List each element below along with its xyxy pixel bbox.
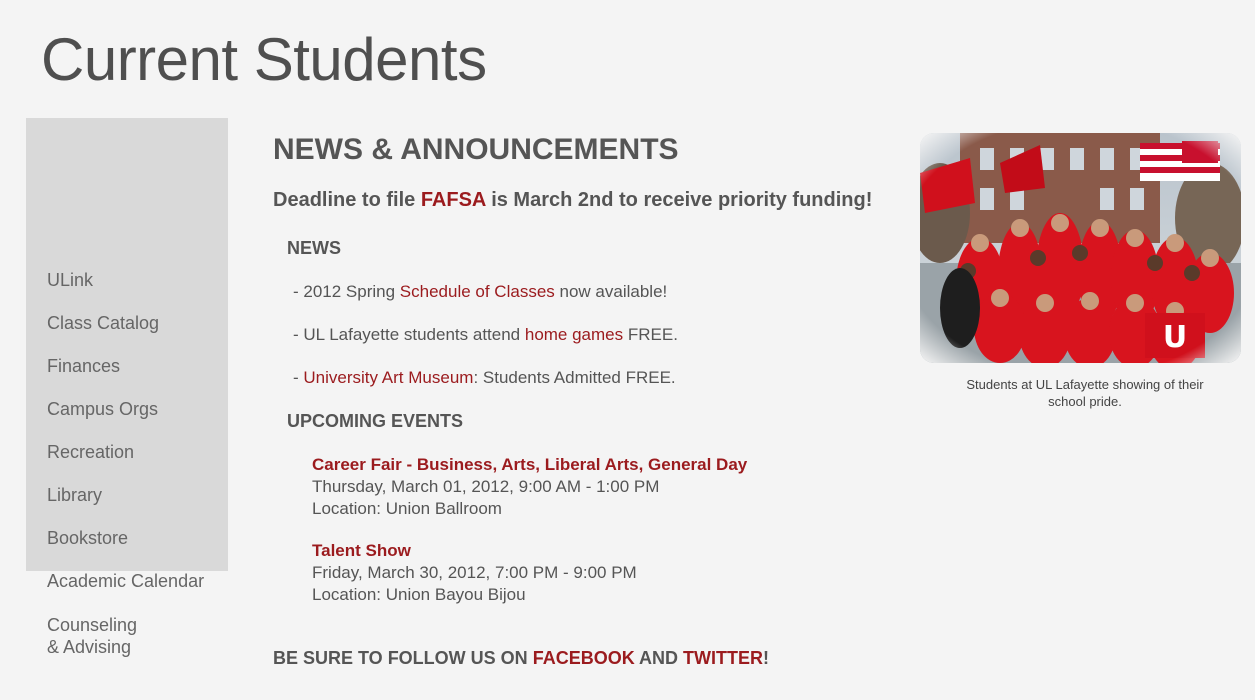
news-text: FREE.	[623, 325, 678, 344]
events-heading: UPCOMING EVENTS	[287, 411, 464, 431]
event-location: Location: Union Ballroom	[312, 499, 502, 518]
follow-text: AND	[634, 648, 684, 668]
sidebar-item-library[interactable]: Library	[47, 484, 102, 506]
news-text: : Students Admitted FREE.	[473, 368, 676, 387]
sidebar-item-label: & Advising	[47, 637, 132, 657]
follow-text: !	[763, 648, 770, 668]
event-datetime: Friday, March 30, 2012, 7:00 PM - 9:00 P…	[312, 563, 637, 582]
sidebar-item-campus-orgs[interactable]: Campus Orgs	[47, 398, 158, 420]
news-text: now available!	[554, 282, 668, 301]
event-title-link[interactable]: Career Fair - Business, Arts, Liberal Ar…	[312, 454, 747, 476]
news-heading: NEWS	[287, 238, 341, 258]
photo-caption: Students at UL Lafayette showing of thei…	[966, 377, 1204, 409]
news-item: - UL Lafayette students attend home game…	[293, 325, 678, 345]
headline-text: Deadline to file	[273, 189, 421, 211]
follow-text: BE SURE TO FOLLOW US ON	[273, 648, 533, 668]
students-photo: U	[920, 133, 1241, 363]
follow-us: BE SURE TO FOLLOW US ON FACEBOOK AND TWI…	[273, 648, 769, 669]
news-text: -	[293, 368, 304, 387]
event-item: Talent Show Friday, March 30, 2012, 7:00…	[312, 540, 637, 606]
fafsa-link[interactable]: FAFSA	[421, 189, 486, 211]
event-datetime: Thursday, March 01, 2012, 9:00 AM - 1:00…	[312, 477, 660, 496]
news-item: - University Art Museum: Students Admitt…	[293, 368, 676, 388]
sidebar-item-finances[interactable]: Finances	[47, 355, 120, 377]
section-title: NEWS & ANNOUNCEMENTS	[273, 133, 679, 166]
sidebar-item-recreation[interactable]: Recreation	[47, 441, 134, 463]
sidebar-item-academic-calendar[interactable]: Academic Calendar	[47, 570, 204, 592]
students-photo-image: U	[920, 133, 1241, 363]
sidebar-item-bookstore[interactable]: Bookstore	[47, 527, 128, 549]
facebook-link[interactable]: FACEBOOK	[533, 648, 635, 668]
fafsa-headline: Deadline to file FAFSA is March 2nd to r…	[273, 189, 872, 212]
twitter-link[interactable]: TWITTER	[683, 648, 763, 668]
page-title: Current Students	[41, 26, 487, 93]
news-item: - 2012 Spring Schedule of Classes now av…	[293, 282, 667, 302]
event-item: Career Fair - Business, Arts, Liberal Ar…	[312, 454, 747, 520]
sidebar-item-class-catalog[interactable]: Class Catalog	[47, 312, 159, 334]
art-museum-link[interactable]: University Art Museum	[303, 368, 473, 387]
sidebar-item-counseling-advising[interactable]: Counseling & Advising	[47, 614, 137, 658]
sidebar-nav: ULink Class Catalog Finances Campus Orgs…	[26, 118, 228, 657]
event-title-link[interactable]: Talent Show	[312, 540, 637, 562]
event-location: Location: Union Bayou Bijou	[312, 585, 526, 604]
news-text: - UL Lafayette students attend	[293, 325, 525, 344]
sidebar-item-label: Counseling	[47, 615, 138, 635]
news-text: - 2012 Spring	[293, 282, 400, 301]
home-games-link[interactable]: home games	[525, 325, 623, 344]
schedule-of-classes-link[interactable]: Schedule of Classes	[400, 282, 555, 301]
sidebar-item-ulink[interactable]: ULink	[47, 269, 93, 291]
headline-text: is March 2nd to receive priority funding…	[485, 189, 873, 211]
